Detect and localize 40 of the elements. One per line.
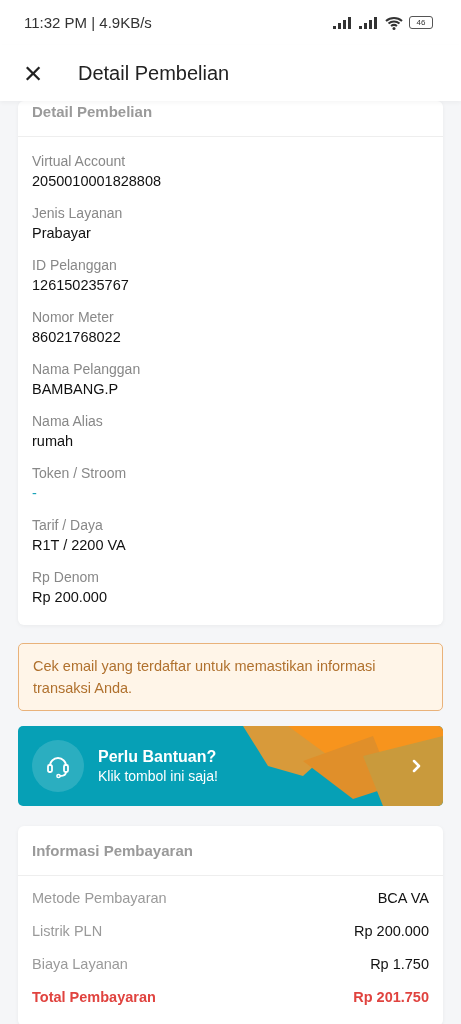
field-value: 126150235767 xyxy=(32,276,130,295)
payment-value: BCA VA xyxy=(377,889,429,908)
payment-label: Total Pembayaran xyxy=(32,988,156,1007)
field-label: Nomor Meter xyxy=(32,308,115,327)
payment-label: Biaya Layanan xyxy=(32,955,128,974)
field-label: Nama Pelanggan xyxy=(32,360,142,379)
field-value: BAMBANG.P xyxy=(32,380,120,399)
field-value: R1T / 2200 VA xyxy=(32,536,127,555)
status-time: 11:32 PM | 4.9KB/s xyxy=(24,14,152,31)
signal-icon xyxy=(359,16,379,29)
chevron-right-icon xyxy=(412,759,421,773)
field-value: - xyxy=(32,484,38,503)
battery-icon: 46 xyxy=(409,16,433,29)
payment-label: Metode Pembayaran xyxy=(32,889,167,908)
field-value: Prabayar xyxy=(32,224,92,243)
page-title: Detail Pembelian xyxy=(78,61,230,85)
payment-value: Rp 201.750 xyxy=(353,988,429,1007)
field-label: ID Pelanggan xyxy=(32,256,118,275)
wifi-icon xyxy=(385,15,403,30)
field-value: rumah xyxy=(32,432,75,451)
payment-value: Rp 1.750 xyxy=(370,955,429,974)
field-value: 86021768022 xyxy=(32,328,122,347)
notice-text: Cek email yang terdaftar untuk memastikan informasi transaksi Anda. xyxy=(33,657,377,698)
section-title: Informasi Pembayaran xyxy=(18,826,443,876)
payment-label: Listrik PLN xyxy=(32,922,103,941)
banner-subtitle: Klik tombol ini saja! xyxy=(98,767,219,786)
field-label: Tarif / Daya xyxy=(32,516,104,535)
payment-value: Rp 200.000 xyxy=(354,922,429,941)
close-button[interactable]: × xyxy=(20,59,46,87)
section-title: Detail Pembelian xyxy=(18,101,443,137)
field-value: Rp 200.000 xyxy=(32,588,108,607)
field-label: Rp Denom xyxy=(32,568,100,587)
field-label: Token / Stroom xyxy=(32,464,128,483)
field-label: Virtual Account xyxy=(32,152,127,171)
field-label: Jenis Layanan xyxy=(32,204,124,223)
banner-title: Perlu Bantuan? xyxy=(98,747,218,767)
field-value: 2050010001828808 xyxy=(32,172,163,191)
headset-icon xyxy=(32,740,84,792)
signal-icon xyxy=(333,16,353,29)
field-label: Nama Alias xyxy=(32,412,104,431)
